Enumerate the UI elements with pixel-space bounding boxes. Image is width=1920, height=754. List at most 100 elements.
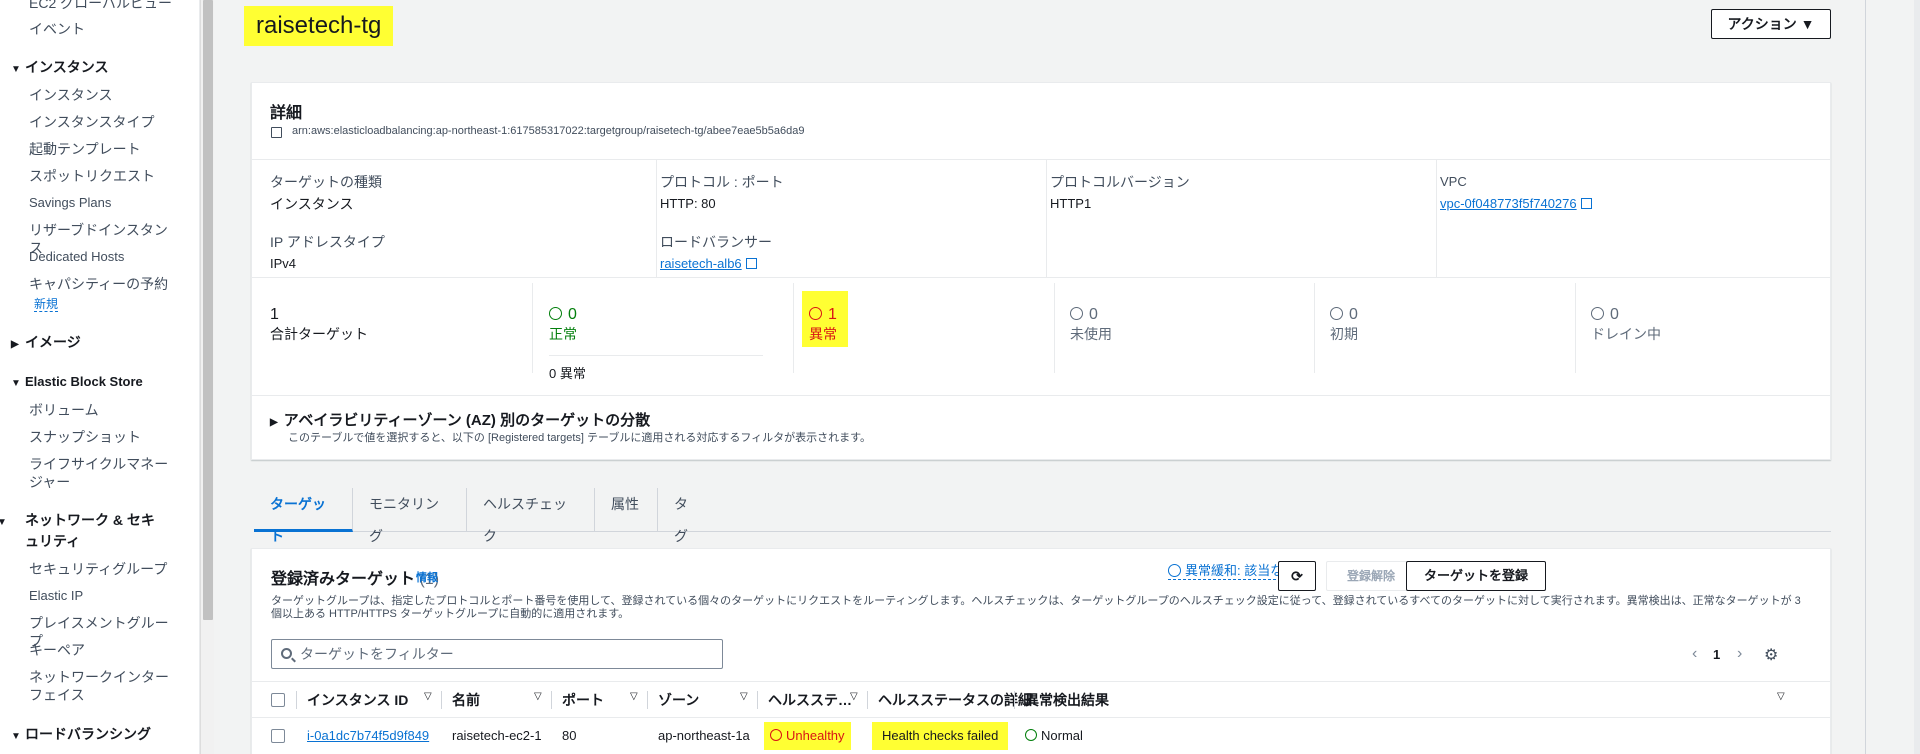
tab-attributes[interactable]: 属性 [595, 488, 658, 532]
vpc-link[interactable]: vpc-0f048773f5f740276 [1440, 195, 1592, 213]
divider [656, 159, 657, 277]
divider [296, 691, 297, 709]
caret-right-icon: ▶ [11, 339, 19, 350]
sidebar-item-events[interactable]: イベント [29, 20, 179, 38]
sidebar-section-instances[interactable]: ▼ インスタンス [11, 58, 171, 79]
page-scrollbar[interactable] [1914, 0, 1920, 754]
filter-input[interactable]: ターゲットをフィルター [271, 639, 723, 669]
sidebar-section-network-security[interactable]: ▼ネットワーク & セキュリティ [0, 511, 161, 550]
healthy-label: 正常 [549, 326, 577, 342]
unhealthy-label: 異常 [809, 326, 837, 342]
sort-icon[interactable]: ▽ [1777, 691, 1785, 702]
health-status-detail: Health checks failed [872, 722, 1009, 750]
sidebar-item-capacity-reservations[interactable]: キャパシティーの予約 [29, 275, 179, 293]
protocol-port-label: プロトコル : ポート [660, 174, 784, 190]
column-name[interactable]: 名前 [452, 691, 480, 709]
divider [757, 691, 758, 709]
unhealthy-count[interactable]: 1 [809, 305, 837, 325]
unused-count[interactable]: 0 [1070, 305, 1098, 325]
sidebar-item-instance-types[interactable]: インスタンスタイプ [29, 113, 179, 131]
healthy-anomaly-count[interactable]: 0 異常 [549, 365, 586, 383]
sort-icon[interactable]: ▽ [630, 691, 638, 702]
sort-icon[interactable]: ▽ [424, 691, 432, 702]
sidebar-section-images[interactable]: ▶ イメージ [11, 333, 171, 354]
divider [532, 283, 533, 373]
vpc-label: VPC [1440, 174, 1467, 189]
copy-icon[interactable] [271, 127, 282, 138]
divider [549, 355, 763, 356]
initial-count[interactable]: 0 [1330, 305, 1358, 325]
caret-down-icon: ▼ [0, 514, 25, 532]
column-health-status[interactable]: ヘルスステ… [768, 691, 852, 709]
divider [1314, 283, 1315, 373]
select-all-checkbox[interactable] [271, 693, 285, 707]
refresh-icon: ⟳ [1291, 568, 1303, 584]
sidebar-scrollbar[interactable] [200, 0, 214, 754]
check-circle-icon [1025, 729, 1037, 741]
divider [1575, 283, 1576, 373]
sidebar-item-dedicated-hosts[interactable]: Dedicated Hosts [29, 248, 179, 266]
sidebar-item-spot-requests[interactable]: スポットリクエスト [29, 167, 179, 185]
refresh-button[interactable]: ⟳ [1278, 561, 1316, 591]
details-panel: 詳細 arn:aws:elasticloadbalancing:ap-north… [251, 82, 1831, 460]
info-link[interactable]: 情報 [416, 569, 438, 585]
healthy-count[interactable]: 0 [549, 305, 577, 325]
deregister-button[interactable]: 登録解除 [1326, 561, 1416, 591]
total-targets-count: 1 [270, 306, 279, 323]
registered-targets-heading: 登録済みターゲット (1) [271, 571, 440, 588]
sidebar-item-savings-plans[interactable]: Savings Plans [29, 194, 179, 212]
divider [551, 691, 552, 709]
row-checkbox[interactable] [271, 729, 285, 743]
next-page-icon[interactable]: › [1737, 645, 1742, 663]
target-type-label: ターゲットの種類 [270, 174, 382, 190]
tab-targets[interactable]: ターゲット [254, 488, 353, 544]
sidebar-item-key-pairs[interactable]: キーペア [29, 641, 179, 659]
target-zone: ap-northeast-1a [658, 728, 750, 743]
health-status: Unhealthy [764, 722, 851, 750]
settings-gear-icon[interactable]: ⚙ [1764, 645, 1778, 665]
column-instance-id[interactable]: インスタンス ID [307, 691, 408, 709]
sidebar-section-load-balancing[interactable]: ▼ ロードバランシング [11, 725, 171, 746]
register-targets-button[interactable]: ターゲットを登録 [1406, 561, 1546, 591]
divider [1014, 691, 1015, 709]
sidebar-section-ebs[interactable]: ▼ Elastic Block Store [11, 373, 171, 393]
sidebar-item-ec2-global-view[interactable]: EC2 グローバルビュー [29, 0, 179, 12]
page-number[interactable]: 1 [1713, 647, 1720, 662]
sidebar-item-network-interfaces[interactable]: ネットワークインターフェイス [29, 668, 179, 704]
divider [1865, 0, 1866, 754]
sidebar-item-snapshots[interactable]: スナップショット [29, 428, 179, 446]
draining-count[interactable]: 0 [1591, 305, 1619, 325]
actions-button[interactable]: アクション ▼ [1711, 9, 1831, 39]
sidebar-item-security-groups[interactable]: セキュリティグループ [29, 560, 179, 578]
sidebar-item-launch-templates[interactable]: 起動テンプレート [29, 140, 179, 158]
sort-icon[interactable]: ▽ [740, 691, 748, 702]
sort-icon[interactable]: ▽ [850, 691, 858, 702]
caret-right-icon: ▶ [270, 417, 278, 428]
registered-targets-panel: 登録済みターゲット (1) 情報 異常緩和: 該当なし ⟳ 登録解除 ターゲット… [251, 548, 1831, 754]
column-anomaly-detection[interactable]: 異常検出結果 [1025, 691, 1109, 709]
prev-page-icon[interactable]: ‹ [1692, 645, 1697, 663]
total-targets-label: 合計ターゲット [270, 326, 368, 342]
load-balancer-link[interactable]: raisetech-alb6 [660, 255, 757, 273]
caret-down-icon: ▼ [11, 731, 21, 742]
protocol-port-value: HTTP: 80 [660, 196, 716, 211]
column-zone[interactable]: ゾーン [658, 691, 699, 709]
anomaly-mitigation-link[interactable]: 異常緩和: 該当なし [1168, 563, 1297, 580]
scrollbar-thumb[interactable] [203, 0, 213, 620]
sidebar-item-elastic-ip[interactable]: Elastic IP [29, 587, 179, 605]
sidebar-item-lifecycle-manager[interactable]: ライフサイクルマネージャー [29, 455, 179, 491]
sort-icon[interactable]: ▽ [534, 691, 542, 702]
instance-id-link[interactable]: i-0a1dc7b74f5d9f849 [307, 727, 429, 745]
column-port[interactable]: ポート [562, 691, 604, 709]
divider [441, 691, 442, 709]
x-circle-icon [770, 729, 782, 741]
tab-tags[interactable]: タグ [658, 488, 714, 544]
divider [1436, 159, 1437, 277]
column-health-status-details[interactable]: ヘルスステータスの詳細 [878, 691, 1032, 709]
sidebar-item-volumes[interactable]: ボリューム [29, 401, 179, 419]
sidebar-item-instances[interactable]: インスタンス [29, 86, 179, 104]
page-title: raisetech-tg [244, 6, 394, 46]
az-distribution-toggle[interactable]: ▶ アベイラビリティーゾーン (AZ) 別のターゲットの分散 [270, 409, 650, 430]
tab-health-checks[interactable]: ヘルスチェック [467, 488, 595, 544]
tab-monitoring[interactable]: モニタリング [353, 488, 467, 544]
